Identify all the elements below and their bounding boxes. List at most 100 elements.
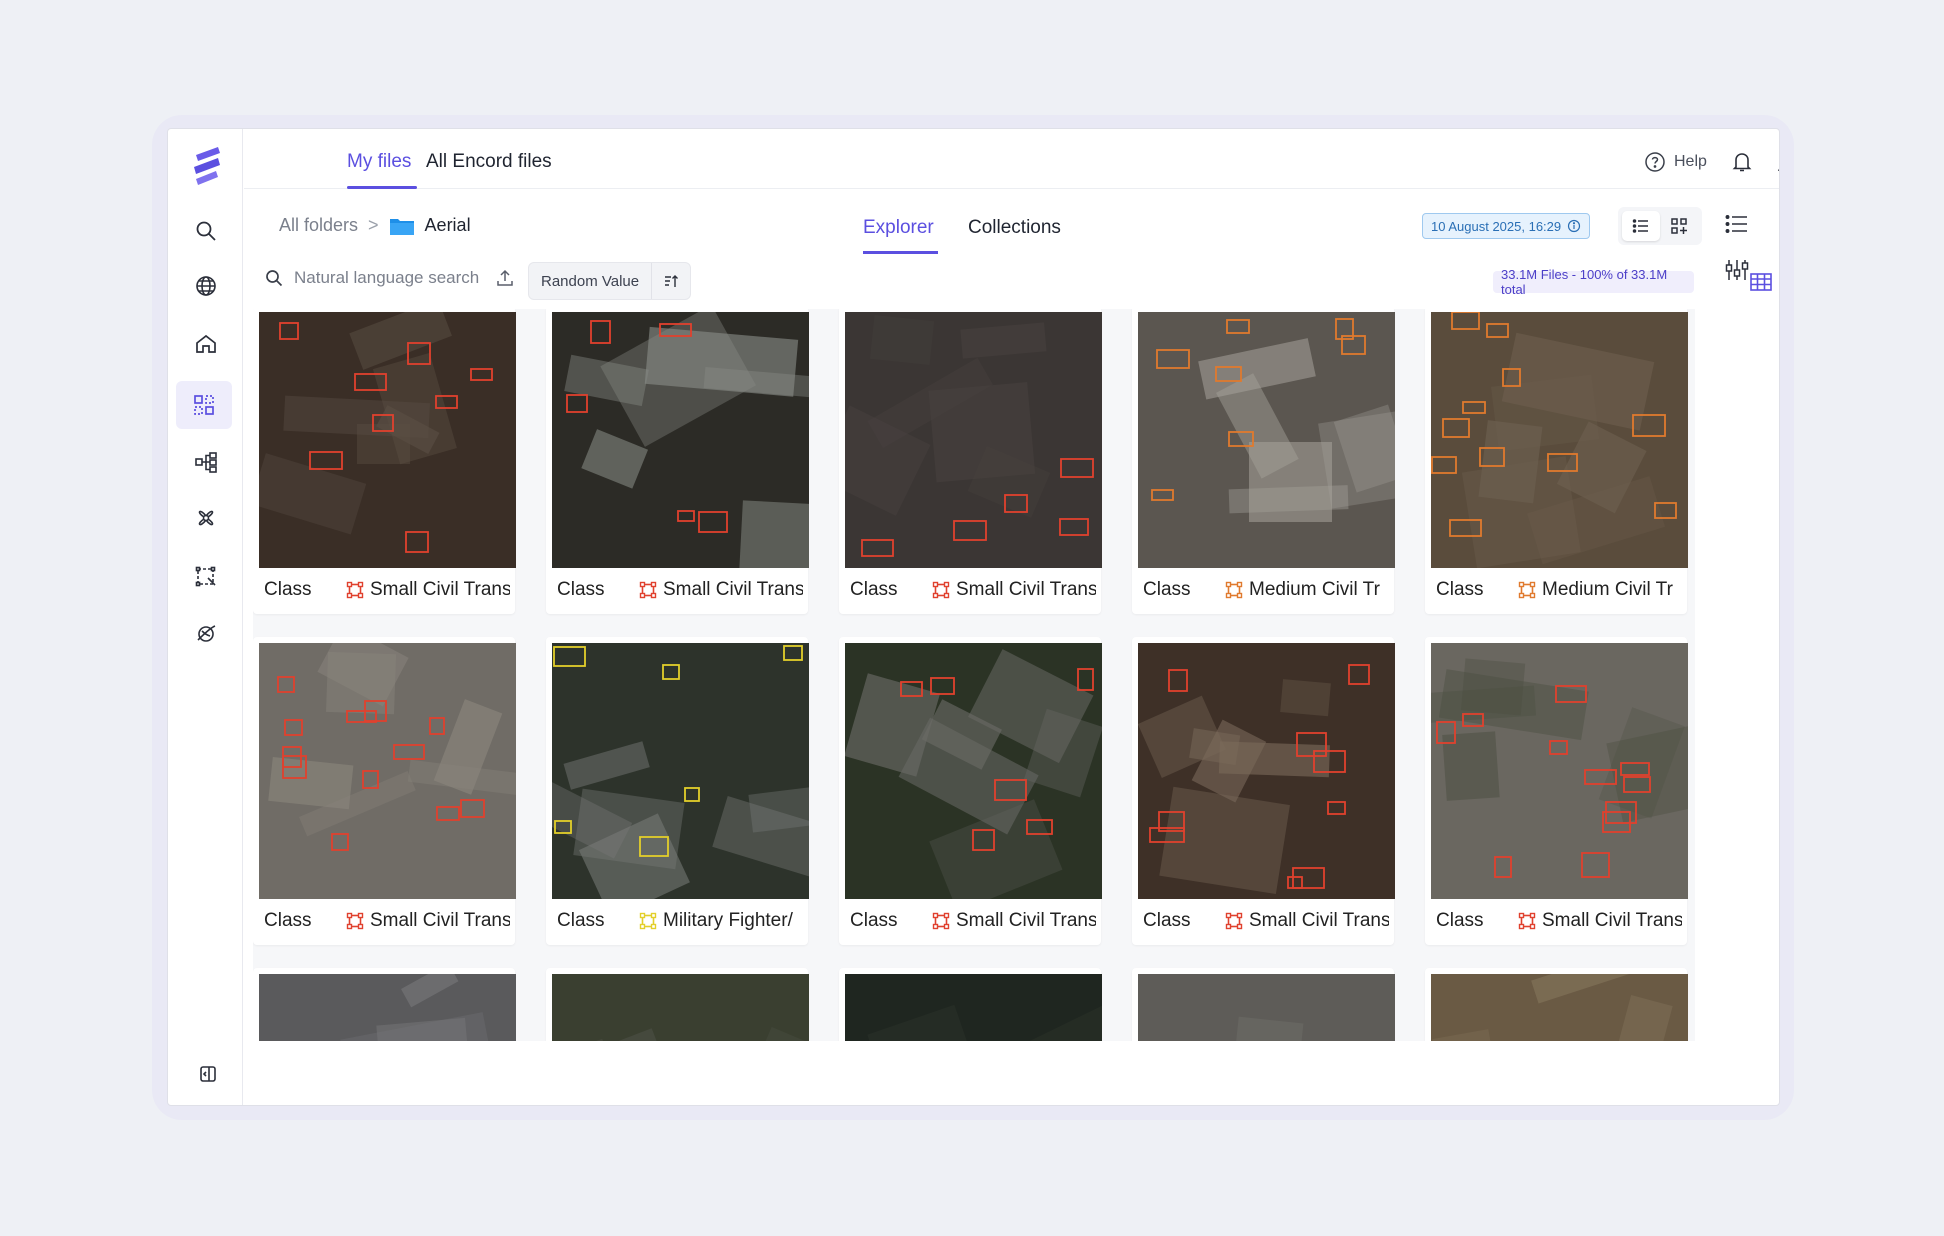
files-grid-icon[interactable] — [176, 381, 232, 429]
card-footer: Class Small Civil Trans — [839, 899, 1101, 943]
bounding-box-icon — [1225, 912, 1243, 930]
model-icon[interactable] — [188, 500, 224, 536]
class-label: Class — [850, 910, 898, 931]
class-name: Small Civil Trans — [370, 579, 510, 600]
file-thumbnail[interactable] — [259, 643, 516, 899]
app-window: My files All Encord files Help All folde… — [167, 128, 1780, 1106]
search-field[interactable]: Natural language search — [264, 268, 515, 288]
tab-collections[interactable]: Collections — [968, 217, 1061, 239]
breadcrumb: All folders > Aerial — [279, 215, 471, 236]
search-icon[interactable] — [188, 213, 224, 249]
class-name: Medium Civil Tr — [1542, 579, 1673, 600]
bounding-box-icon — [639, 912, 657, 930]
file-thumbnail[interactable] — [259, 312, 516, 568]
file-card[interactable] — [1132, 968, 1395, 1041]
grid-view-button[interactable] — [1660, 211, 1698, 241]
file-thumbnail[interactable] — [1431, 974, 1688, 1041]
bounding-box-icon — [346, 581, 364, 599]
file-card[interactable]: Class Small Civil Trans — [1425, 637, 1688, 945]
tab-all-encord-files[interactable]: All Encord files — [426, 151, 552, 173]
home-icon[interactable] — [188, 326, 224, 362]
workflow-icon[interactable] — [188, 444, 224, 480]
file-card[interactable]: Class Military Fighter/ — [546, 637, 809, 945]
integrations-icon[interactable] — [188, 616, 224, 652]
search-toolbar: Natural language search Random Value 33.… — [244, 254, 1772, 306]
class-name: Medium Civil Tr — [1249, 579, 1380, 600]
class-label: Class — [850, 579, 898, 600]
tab-underline — [347, 186, 417, 189]
annotate-icon[interactable] — [188, 558, 224, 594]
info-icon — [1568, 219, 1581, 233]
class-label: Class — [1143, 910, 1191, 931]
user-icon[interactable] — [1774, 149, 1780, 175]
file-card[interactable] — [253, 968, 516, 1041]
file-card[interactable] — [546, 968, 809, 1041]
class-label: Class — [264, 579, 312, 600]
grid-add-icon — [1671, 218, 1687, 234]
help-icon — [1645, 152, 1665, 172]
file-thumbnail[interactable] — [1138, 643, 1395, 899]
file-card[interactable] — [1425, 968, 1688, 1041]
upload-icon[interactable] — [495, 268, 515, 288]
globe-icon[interactable] — [188, 268, 224, 304]
tab-my-files[interactable]: My files — [347, 151, 411, 173]
class-label: Class — [264, 910, 312, 931]
file-thumbnail[interactable] — [552, 312, 809, 568]
bell-icon[interactable] — [1729, 149, 1755, 175]
collapse-sidebar-icon[interactable] — [198, 1064, 218, 1084]
card-footer: Class Small Civil Trans — [839, 568, 1101, 612]
class-label: Class — [1436, 910, 1484, 931]
breadcrumb-current-folder[interactable]: Aerial — [425, 215, 471, 236]
card-footer: Class Medium Civil Tr — [1425, 568, 1687, 612]
class-name: Small Civil Trans — [956, 579, 1096, 600]
tab-explorer[interactable]: Explorer — [863, 217, 934, 239]
files-count-badge: 33.1M Files - 100% of 33.1M total — [1493, 267, 1694, 297]
file-thumbnail[interactable] — [1431, 312, 1688, 568]
file-card[interactable]: Class Small Civil Trans — [253, 309, 516, 614]
bounding-box-icon — [1225, 581, 1243, 599]
file-thumbnail[interactable] — [845, 312, 1102, 568]
file-thumbnail[interactable] — [845, 643, 1102, 899]
list-view-button[interactable] — [1622, 211, 1660, 241]
card-footer: Class Small Civil Trans — [253, 568, 515, 612]
file-thumbnail[interactable] — [845, 974, 1102, 1041]
class-label: Class — [557, 910, 605, 931]
snapshot-date: 10 August 2025, 16:29 — [1431, 218, 1562, 234]
filter-sliders-icon[interactable] — [1724, 257, 1750, 283]
file-thumbnail[interactable] — [1138, 312, 1395, 568]
class-name: Small Civil Trans — [956, 910, 1096, 931]
class-name: Small Civil Trans — [663, 579, 803, 600]
file-card[interactable]: Class Medium Civil Tr — [1425, 309, 1688, 614]
file-card[interactable]: Class Small Civil Trans — [839, 309, 1102, 614]
breadcrumb-all-folders[interactable]: All folders — [279, 215, 358, 236]
file-card[interactable]: Class Small Civil Trans — [253, 637, 516, 945]
encord-logo[interactable] — [188, 143, 226, 187]
file-thumbnail[interactable] — [259, 974, 516, 1041]
bounding-box-icon — [932, 581, 950, 599]
file-card[interactable] — [839, 968, 1102, 1041]
card-footer: Class Small Civil Trans — [1425, 899, 1687, 943]
class-name: Small Civil Trans — [370, 910, 510, 931]
class-name: Small Civil Trans — [1542, 910, 1682, 931]
bounding-box-icon — [1518, 912, 1536, 930]
file-card[interactable]: Class Medium Civil Tr — [1132, 309, 1395, 614]
class-label: Class — [1143, 579, 1191, 600]
table-view-icon[interactable] — [1749, 270, 1773, 294]
file-card[interactable]: Class Small Civil Trans — [1132, 637, 1395, 945]
file-thumbnail[interactable] — [552, 643, 809, 899]
file-thumbnail[interactable] — [552, 974, 809, 1041]
file-thumbnail[interactable] — [1431, 643, 1688, 899]
sort-field-select[interactable]: Random Value — [529, 263, 653, 299]
sort-order-icon — [665, 275, 679, 287]
search-placeholder: Natural language search — [294, 268, 480, 287]
help-button[interactable]: Help — [1644, 151, 1707, 173]
card-footer: Class Small Civil Trans — [546, 568, 808, 612]
sort-direction-button[interactable] — [652, 263, 690, 299]
snapshot-date-badge[interactable]: 10 August 2025, 16:29 — [1422, 213, 1591, 239]
bounding-box-icon — [346, 912, 364, 930]
file-thumbnail[interactable] — [1138, 974, 1395, 1041]
file-card[interactable]: Class Small Civil Trans — [546, 309, 809, 614]
sidebar — [168, 129, 243, 1105]
file-card[interactable]: Class Small Civil Trans — [839, 637, 1102, 945]
details-list-icon[interactable] — [1724, 211, 1750, 237]
